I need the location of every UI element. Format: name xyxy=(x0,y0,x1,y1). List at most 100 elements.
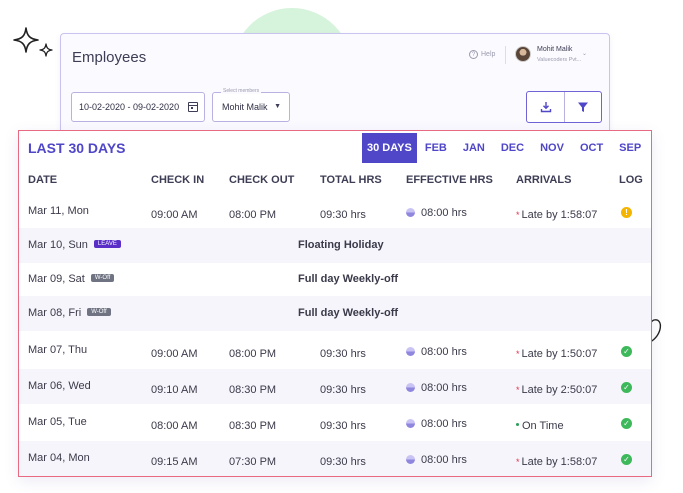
row-effective-hrs: 08:00 hrs xyxy=(406,454,467,466)
check-icon[interactable]: ✓ xyxy=(621,418,632,429)
row-total-hrs: 09:30 hrs xyxy=(320,209,366,221)
row-effective-hrs: 08:00 hrs xyxy=(406,207,467,219)
download-icon xyxy=(540,102,551,113)
help-icon: ? xyxy=(469,50,478,59)
row-effective-hrs: 08:00 hrs xyxy=(406,382,467,394)
row-effective-hrs: 08:00 hrs xyxy=(406,418,467,430)
period-tab[interactable]: 30 DAYS xyxy=(362,133,417,163)
filter-button[interactable] xyxy=(564,92,601,122)
late-marker-icon: * xyxy=(516,385,520,395)
row-date: Mar 09, Sat W-Off xyxy=(28,273,115,285)
column-header-arrivals: ARRIVALS xyxy=(516,174,572,186)
row-check-out: 08:30 PM xyxy=(229,420,277,432)
member-select-legend: Select members xyxy=(221,88,262,94)
download-button[interactable] xyxy=(527,92,564,122)
row-check-out: 08:30 PM xyxy=(229,384,277,396)
divider xyxy=(505,46,506,64)
date-range-value: 10-02-2020 - 09-02-2020 xyxy=(79,102,180,112)
period-tab[interactable]: JAN xyxy=(455,133,493,163)
row-date: Mar 06, Wed xyxy=(28,380,91,392)
row-arrival: On Time xyxy=(516,420,564,432)
filter-icon xyxy=(578,102,588,112)
attendance-title: LAST 30 DAYS xyxy=(28,140,126,156)
period-tab[interactable]: FEB xyxy=(417,133,455,163)
effective-hours-icon xyxy=(406,454,415,464)
effective-hours-icon xyxy=(406,418,415,428)
row-note: Floating Holiday xyxy=(298,239,384,251)
attendance-card: LAST 30 DAYS 30 DAYS FEB JAN DEC NOV OCT SEP D… xyxy=(18,130,652,477)
row-date: Mar 11, Mon xyxy=(28,205,89,217)
check-icon[interactable]: ✓ xyxy=(621,346,632,357)
table-row: Mar 04, Mon 09:15 AM 07:30 PM 09:30 hrs 08:0… xyxy=(19,441,651,476)
weekly-off-badge: W-Off xyxy=(87,308,111,317)
period-tab[interactable]: NOV xyxy=(532,133,572,163)
period-tabs: 30 DAYS FEB JAN DEC NOV OCT SEP xyxy=(362,133,649,163)
weekly-off-badge: W-Off xyxy=(90,274,115,283)
row-date: Mar 04, Mon xyxy=(28,452,90,464)
row-check-out: 08:00 PM xyxy=(229,348,277,360)
avatar[interactable] xyxy=(515,46,531,62)
late-marker-icon: * xyxy=(516,349,520,359)
table-row: Mar 09, Sat W-Off Full day Weekly-off xyxy=(19,262,651,297)
period-tab[interactable]: SEP xyxy=(611,133,649,163)
effective-hours-icon xyxy=(406,346,415,356)
late-marker-icon: * xyxy=(516,457,520,467)
row-total-hrs: 09:30 hrs xyxy=(320,348,366,360)
table-row: Mar 10, Sun LEAVE Floating Holiday xyxy=(19,228,651,263)
column-header-date: DATE xyxy=(28,174,58,186)
column-header-effective-hrs: EFFECTIVE HRS xyxy=(406,174,493,186)
row-total-hrs: 09:30 hrs xyxy=(320,384,366,396)
late-marker-icon: * xyxy=(516,210,520,220)
row-date: Mar 07, Thu xyxy=(28,344,88,356)
check-icon[interactable]: ✓ xyxy=(621,454,632,465)
row-note: Full day Weekly-off xyxy=(298,307,399,319)
member-select[interactable]: Select members Mohit Malik ▼ xyxy=(212,88,290,122)
row-arrival: * Late by 2:50:07 xyxy=(516,384,598,396)
row-note: Full day Weekly-off xyxy=(298,273,399,285)
warning-icon[interactable]: ! xyxy=(621,207,632,218)
period-tab[interactable]: OCT xyxy=(572,133,611,163)
member-select-value: Mohit Malik xyxy=(222,102,268,112)
table-row: Mar 11, Mon 09:00 AM 08:00 PM 09:30 hrs 08:0… xyxy=(19,194,651,229)
period-tab[interactable]: DEC xyxy=(493,133,532,163)
effective-hours-icon xyxy=(406,207,415,217)
row-arrival: * Late by 1:58:07 xyxy=(516,209,598,221)
calendar-icon[interactable] xyxy=(188,102,198,112)
row-arrival: * Late by 1:50:07 xyxy=(516,348,598,360)
caret-down-icon: ▼ xyxy=(274,103,281,110)
chevron-down-icon[interactable]: ⌄ xyxy=(582,50,587,57)
help-link[interactable]: ? Help xyxy=(469,50,495,59)
row-date: Mar 10, Sun LEAVE xyxy=(28,239,121,251)
table-row: Mar 08, Fri W-Off Full day Weekly-off xyxy=(19,296,651,331)
user-org: Valuecoders Pvt... xyxy=(537,57,582,63)
row-check-in: 09:00 AM xyxy=(151,348,198,360)
row-check-in: 09:10 AM xyxy=(151,384,198,396)
effective-hours-icon xyxy=(406,382,415,392)
row-check-in: 09:00 AM xyxy=(151,209,198,221)
help-label: Help xyxy=(481,51,496,58)
table-row: Mar 05, Tue 08:00 AM 08:30 PM 09:30 hrs 08:0… xyxy=(19,405,651,440)
row-date: Mar 08, Fri W-Off xyxy=(28,307,111,319)
row-check-out: 07:30 PM xyxy=(229,456,277,468)
date-range-input[interactable]: 10-02-2020 - 09-02-2020 xyxy=(71,92,205,122)
employees-card: Employees ? Help Mohit Malik Valuecoders… xyxy=(60,33,610,141)
row-check-in: 08:00 AM xyxy=(151,420,198,432)
row-arrival: * Late by 1:58:07 xyxy=(516,456,598,468)
column-header-total-hrs: TOTAL HRS xyxy=(320,174,382,186)
row-date: Mar 05, Tue xyxy=(28,416,87,428)
action-buttons xyxy=(526,91,602,123)
on-time-dot-icon xyxy=(516,422,519,426)
check-icon[interactable]: ✓ xyxy=(621,382,632,393)
column-header-check-in: CHECK IN xyxy=(151,174,205,186)
column-header-check-out: CHECK OUT xyxy=(229,174,295,186)
column-header-log: LOG xyxy=(619,174,643,186)
user-name[interactable]: Mohit Malik xyxy=(537,46,572,53)
leave-badge: LEAVE xyxy=(93,240,121,249)
row-check-out: 08:00 PM xyxy=(229,209,277,221)
row-check-in: 09:15 AM xyxy=(151,456,198,468)
row-total-hrs: 09:30 hrs xyxy=(320,420,366,432)
row-effective-hrs: 08:00 hrs xyxy=(406,346,467,358)
sparkle-icon xyxy=(13,27,53,57)
table-row: Mar 07, Thu 09:00 AM 08:00 PM 09:30 hrs 08:0… xyxy=(19,333,651,368)
page-title: Employees xyxy=(72,49,147,66)
